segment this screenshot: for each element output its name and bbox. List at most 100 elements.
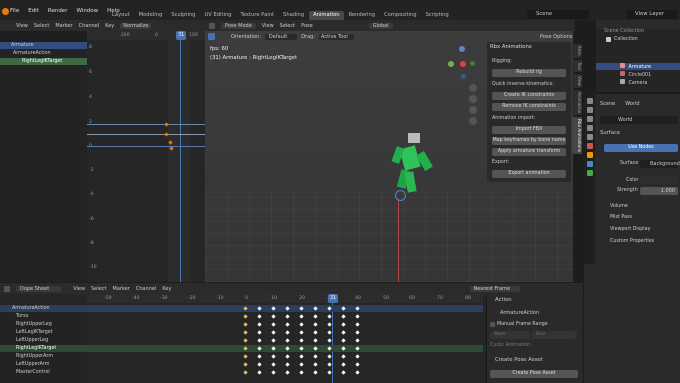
keyframe-diamond[interactable] [327, 354, 332, 359]
keyframe-diamond[interactable] [257, 338, 262, 343]
start-field[interactable]: Start [490, 331, 530, 339]
keyframe-diamond[interactable] [271, 330, 276, 335]
tab-sculpting[interactable]: Sculpting [167, 11, 199, 20]
dopesheet-editor-icon[interactable] [4, 285, 10, 292]
keyframe-diamond[interactable] [285, 338, 290, 343]
keyframe-diamond[interactable] [313, 306, 318, 311]
section-viewport-display[interactable]: Viewport Display [610, 227, 650, 232]
keyframe-diamond[interactable] [271, 362, 276, 367]
world-props-icon[interactable] [586, 143, 593, 149]
mode-selector[interactable]: Pose Mode [221, 22, 256, 29]
menu-window[interactable]: Window [76, 8, 98, 14]
keyframe-diamond[interactable] [313, 314, 318, 319]
keyframe-diamond[interactable] [313, 370, 318, 375]
end-field[interactable]: End [532, 331, 577, 339]
keyframe-diamond[interactable] [327, 338, 332, 343]
keyframe-diamond[interactable] [313, 354, 318, 359]
view-layer-selector[interactable]: View Layer [626, 10, 678, 19]
ds-channel-rightupperleg[interactable]: RightUpperLeg [0, 321, 87, 328]
keyframe-diamond[interactable] [327, 330, 332, 335]
outliner-circle[interactable]: Circle001 [596, 71, 680, 78]
keyframe-diamond[interactable] [313, 330, 318, 335]
keyframe-diamond[interactable] [341, 314, 346, 319]
output-props-icon[interactable] [586, 116, 593, 122]
blender-logo-icon[interactable] [2, 8, 9, 15]
snap-select[interactable]: Nearest Frame [470, 285, 521, 292]
create-ik-button[interactable]: Create IK constraints [492, 92, 566, 100]
gizmo-x[interactable] [460, 61, 466, 67]
tool-props-icon[interactable] [586, 98, 593, 104]
rig-figure[interactable] [380, 130, 435, 205]
tab-rendering[interactable]: Rendering [345, 11, 380, 20]
keyframe-diamond[interactable] [327, 314, 332, 319]
outliner-root[interactable]: Scene Collection [604, 29, 644, 34]
map-keyframes-button[interactable]: Map keyframes by bone name [492, 137, 566, 145]
keyframe-diamond[interactable] [271, 346, 276, 351]
create-pose-header[interactable]: Create Pose Asset [495, 357, 543, 363]
ds-menu-select[interactable]: Select [91, 286, 106, 292]
orientation-select[interactable]: Default [264, 33, 298, 40]
graph-menu-key[interactable]: Key [105, 23, 114, 29]
keyframe-diamond[interactable] [271, 354, 276, 359]
ds-channel-leftupperleg[interactable]: LeftUpperLeg [0, 337, 87, 344]
keyframe-diamond[interactable] [257, 314, 262, 319]
keyframe-diamond[interactable] [299, 354, 304, 359]
keyframe-diamond[interactable] [257, 346, 262, 351]
keyframe-diamond[interactable] [285, 322, 290, 327]
keyframe-diamond[interactable] [243, 362, 248, 367]
ds-channel-leftlegik[interactable]: LeftLegIKTarget [0, 329, 87, 336]
ds-menu-channel[interactable]: Channel [136, 286, 157, 292]
keyframe-diamond[interactable] [243, 354, 248, 359]
import-fbx-button[interactable]: Import FBX [492, 126, 566, 134]
camera-view-icon[interactable] [469, 106, 477, 114]
gizmo-y[interactable] [448, 61, 454, 67]
keyframe-diamond[interactable] [257, 362, 262, 367]
rebuild-rig-button[interactable]: Rebuild rig [492, 69, 566, 77]
keyframe-diamond[interactable] [355, 306, 360, 311]
grid-view-icon[interactable] [469, 117, 477, 125]
keyframe-diamond[interactable] [257, 354, 262, 359]
rig-head[interactable] [408, 133, 420, 143]
keyframe-diamond[interactable] [243, 322, 248, 327]
section-custom-properties[interactable]: Custom Properties [610, 239, 654, 244]
view-layer-props-icon[interactable] [586, 125, 593, 131]
keyframe-diamond[interactable] [243, 314, 248, 319]
rig-left-leg[interactable] [404, 171, 417, 193]
graph-menu-marker[interactable]: Marker [55, 23, 72, 29]
keyframe-diamond[interactable] [313, 338, 318, 343]
keyframe-diamond[interactable] [299, 322, 304, 327]
vp-menu-view[interactable]: View [262, 23, 274, 29]
keyframe-diamond[interactable] [299, 330, 304, 335]
vp-menu-pose[interactable]: Pose [301, 23, 313, 29]
keyframe-diamond[interactable] [271, 306, 276, 311]
keyframe-diamond[interactable] [299, 346, 304, 351]
keyframe-diamond[interactable] [271, 322, 276, 327]
menu-edit[interactable]: Edit [28, 8, 39, 14]
keyframe-diamond[interactable] [243, 306, 248, 311]
keyframe-diamond[interactable] [355, 362, 360, 367]
ds-channel-rightupperarm[interactable]: RightUpperArm [0, 353, 87, 360]
graph-keyframe-cluster[interactable] [164, 122, 174, 152]
section-mist-pass[interactable]: Mist Pass [610, 215, 632, 220]
vp-menu-select[interactable]: Select [280, 23, 295, 29]
ds-menu-view[interactable]: View [73, 286, 85, 292]
ds-menu-key[interactable]: Key [162, 286, 171, 292]
keyframe-diamond[interactable] [299, 370, 304, 375]
keyframe-diamond[interactable] [243, 330, 248, 335]
graph-menu-select[interactable]: Select [34, 23, 49, 29]
keyframe-diamond[interactable] [355, 330, 360, 335]
keyframe-diamond[interactable] [355, 346, 360, 351]
gizmo-z[interactable] [459, 46, 465, 52]
keyframe-diamond[interactable] [299, 306, 304, 311]
keyframe-diamond[interactable] [355, 314, 360, 319]
keyframe-grid[interactable] [240, 305, 370, 381]
strength-field[interactable]: 1.000 [640, 187, 678, 195]
keyframe-diamond[interactable] [243, 346, 248, 351]
ds-channel-mastercontrol[interactable]: MasterControl [0, 369, 87, 376]
keyframe-diamond[interactable] [313, 362, 318, 367]
gizmo-neg-y[interactable] [470, 61, 475, 66]
keyframe-diamond[interactable] [327, 370, 332, 375]
object-props-icon[interactable] [586, 152, 593, 158]
tab-item[interactable]: Item [572, 44, 582, 58]
dopesheet-mode-select[interactable]: Dope Sheet [16, 285, 62, 292]
